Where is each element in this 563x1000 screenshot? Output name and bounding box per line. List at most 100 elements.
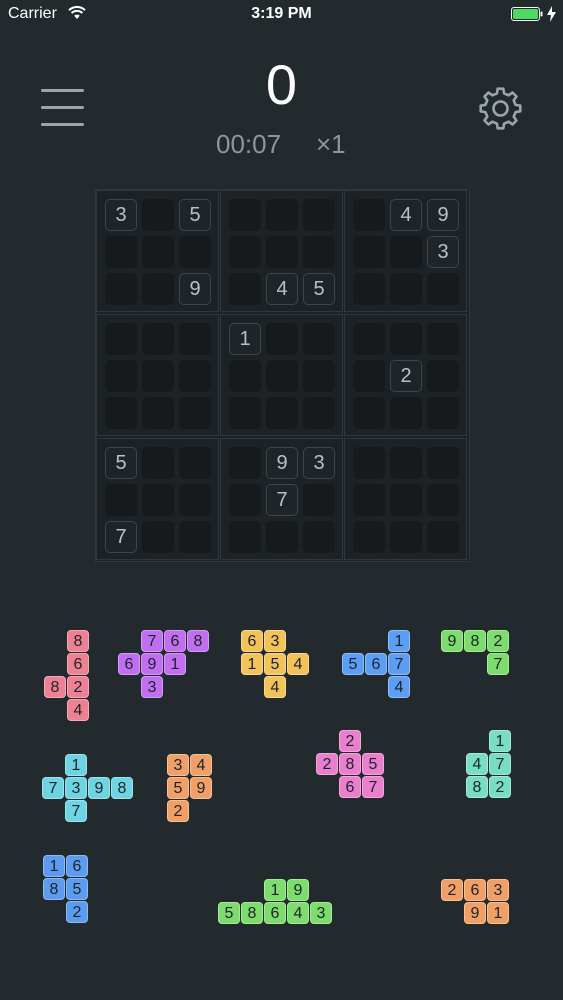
board-cell[interactable]: [303, 397, 335, 429]
board-cell[interactable]: [142, 323, 174, 355]
board-cell[interactable]: [142, 199, 174, 231]
board-cell[interactable]: [390, 273, 422, 305]
piece-cell: 4: [67, 699, 89, 721]
board-cell[interactable]: [179, 447, 211, 479]
board-cell[interactable]: [353, 484, 385, 516]
board-cell[interactable]: [427, 447, 459, 479]
board-cell[interactable]: [427, 323, 459, 355]
piece-cell: 7: [489, 753, 511, 775]
board-cell[interactable]: [353, 447, 385, 479]
board-cell[interactable]: [390, 397, 422, 429]
board-cell[interactable]: [229, 397, 261, 429]
board-cell[interactable]: [353, 397, 385, 429]
board-cell[interactable]: [427, 360, 459, 392]
board-cell[interactable]: 5: [105, 447, 137, 479]
piece-cell: 7: [487, 653, 509, 675]
board-cell[interactable]: [229, 484, 261, 516]
board-cell[interactable]: [427, 397, 459, 429]
piece-cell: 3: [310, 902, 332, 924]
board-cell[interactable]: [142, 397, 174, 429]
board-cell[interactable]: [142, 521, 174, 553]
piece-cell: 3: [65, 777, 87, 799]
board-cell[interactable]: [179, 360, 211, 392]
board-cell[interactable]: [179, 521, 211, 553]
piece-cell: 3: [264, 630, 286, 652]
board-cell[interactable]: [105, 323, 137, 355]
board-cell[interactable]: [390, 236, 422, 268]
board-cell[interactable]: [179, 397, 211, 429]
board-cell[interactable]: 3: [427, 236, 459, 268]
board-cell[interactable]: [390, 447, 422, 479]
board-cell[interactable]: 4: [390, 199, 422, 231]
board-cell[interactable]: 3: [105, 199, 137, 231]
piece-cell: 1: [65, 754, 87, 776]
board-cell[interactable]: [390, 323, 422, 355]
piece-cell: 6: [241, 630, 263, 652]
board-cell[interactable]: [427, 484, 459, 516]
board-cell[interactable]: [142, 273, 174, 305]
board-cell[interactable]: [179, 236, 211, 268]
piece-cell: 9: [190, 777, 212, 799]
board-cell[interactable]: [353, 236, 385, 268]
piece-cell: 8: [464, 630, 486, 652]
piece-cell: 9: [287, 879, 309, 901]
board-cell[interactable]: [266, 397, 298, 429]
board-cell[interactable]: 7: [105, 521, 137, 553]
piece-cell: 7: [65, 800, 87, 822]
board-cell[interactable]: [390, 484, 422, 516]
piece-cell: 8: [43, 878, 65, 900]
board-cell[interactable]: 9: [179, 273, 211, 305]
piece-cell: 1: [388, 630, 410, 652]
piece-cell: 6: [67, 653, 89, 675]
board-cell[interactable]: [353, 521, 385, 553]
board-cell[interactable]: [427, 273, 459, 305]
board-cell[interactable]: [427, 521, 459, 553]
board-cell[interactable]: [303, 484, 335, 516]
board-cell[interactable]: [266, 199, 298, 231]
board-cell[interactable]: [179, 484, 211, 516]
board-cell[interactable]: 9: [266, 447, 298, 479]
board-cell[interactable]: 3: [303, 447, 335, 479]
board-cell[interactable]: [179, 323, 211, 355]
board-cell[interactable]: 1: [229, 323, 261, 355]
board-cell[interactable]: 4: [266, 273, 298, 305]
board-cell[interactable]: [105, 273, 137, 305]
board-cell[interactable]: 7: [266, 484, 298, 516]
board-cell[interactable]: [229, 199, 261, 231]
board-cell[interactable]: 5: [179, 199, 211, 231]
board-cell[interactable]: 2: [390, 360, 422, 392]
board-cell[interactable]: [142, 236, 174, 268]
board-cell[interactable]: [105, 484, 137, 516]
board-cell[interactable]: [142, 447, 174, 479]
board-cell[interactable]: [229, 447, 261, 479]
piece-cell: 1: [264, 879, 286, 901]
board-cell[interactable]: [229, 360, 261, 392]
board-cell[interactable]: [266, 521, 298, 553]
board-cell[interactable]: [229, 236, 261, 268]
board-cell[interactable]: [266, 360, 298, 392]
board-cell[interactable]: [266, 236, 298, 268]
board-cell[interactable]: [303, 521, 335, 553]
board-cell[interactable]: [303, 323, 335, 355]
board-cell[interactable]: [303, 199, 335, 231]
board-cell[interactable]: 5: [303, 273, 335, 305]
board-cell[interactable]: [229, 521, 261, 553]
board-cell[interactable]: [142, 484, 174, 516]
board-cell[interactable]: [353, 199, 385, 231]
board-cell[interactable]: [105, 360, 137, 392]
board-cell[interactable]: [105, 397, 137, 429]
board-cell[interactable]: [303, 236, 335, 268]
piece-cell: 6: [66, 855, 88, 877]
board-cell[interactable]: [353, 323, 385, 355]
board-cell[interactable]: [353, 273, 385, 305]
board-cell[interactable]: [142, 360, 174, 392]
board-cell[interactable]: 9: [427, 199, 459, 231]
board-cell[interactable]: [390, 521, 422, 553]
board-cell[interactable]: [266, 323, 298, 355]
board-cell[interactable]: [105, 236, 137, 268]
board-cell[interactable]: [353, 360, 385, 392]
board-cell[interactable]: [229, 273, 261, 305]
board-cell[interactable]: [303, 360, 335, 392]
gear-icon[interactable]: [478, 86, 523, 131]
battery-icon: [511, 7, 543, 21]
